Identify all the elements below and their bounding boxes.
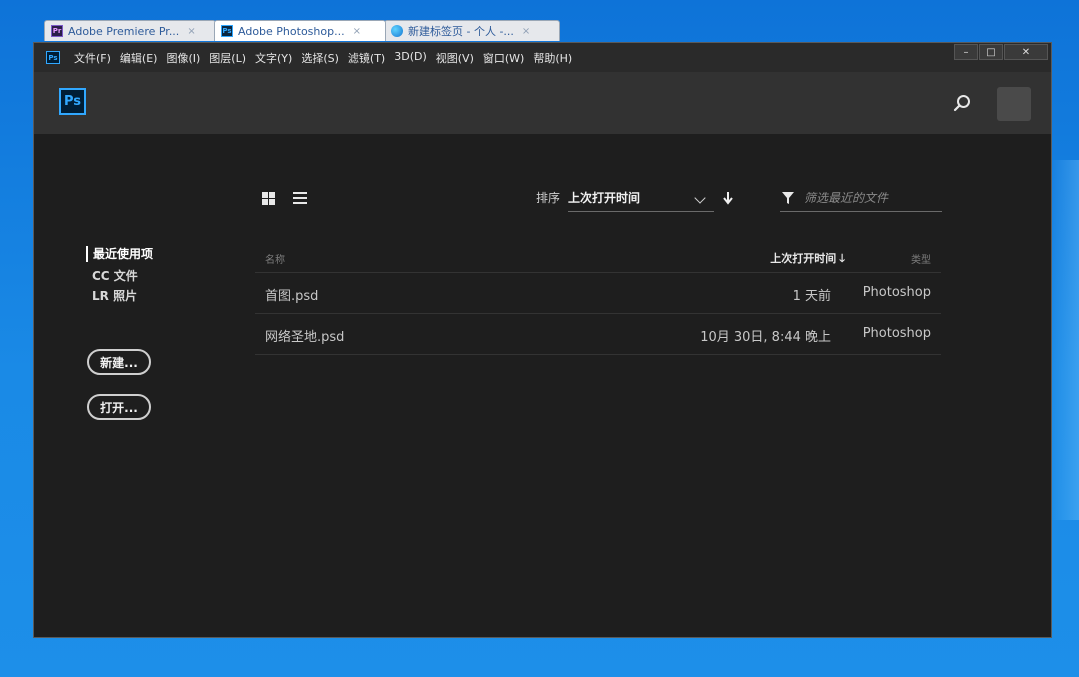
photoshop-app-icon[interactable]: Ps (46, 51, 60, 64)
sort-dropdown[interactable]: 上次打开时间 (568, 184, 714, 212)
maximize-button[interactable]: □ (979, 44, 1003, 60)
search-icon[interactable] (953, 94, 971, 112)
file-name: 首图.psd (265, 289, 319, 304)
file-last-opened: 1 天前 (792, 289, 831, 304)
edge-icon (391, 25, 403, 37)
left-nav: 最近使用项 CC 文件 LR 照片 (86, 242, 153, 306)
tab-label: Adobe Premiere Pr... (68, 24, 180, 38)
menu-bar: Ps 文件(F) 编辑(E) 图像(I) 图层(L) 文字(Y) 选择(S) 滤… (34, 43, 1051, 72)
minimize-button[interactable]: – (954, 44, 978, 60)
column-last-opened[interactable]: 上次打开时间 🡓 (770, 250, 845, 269)
menu-select[interactable]: 选择(S) (301, 50, 339, 66)
open-button[interactable]: 打开... (87, 394, 151, 420)
menu-file[interactable]: 文件(F) (74, 50, 111, 66)
sort-value: 上次打开时间 (568, 191, 641, 205)
chevron-down-icon (694, 192, 706, 204)
premiere-icon: Pr (51, 25, 63, 37)
filter-field[interactable] (780, 184, 942, 212)
sort-arrow-icon: 🡓 (839, 252, 845, 265)
tab-photoshop[interactable]: Ps Adobe Photoshop... × (214, 20, 386, 41)
taskbar-tab-strip: Pr Adobe Premiere Pr... × Ps Adobe Photo… (44, 20, 1044, 42)
photoshop-logo[interactable]: Ps (59, 88, 86, 115)
file-type: Photoshop (862, 285, 931, 300)
filter-icon (782, 192, 794, 204)
grid-view-icon[interactable] (262, 192, 275, 205)
photoshop-icon: Ps (221, 25, 233, 37)
menu-filter[interactable]: 滤镜(T) (348, 50, 385, 66)
close-icon[interactable]: × (187, 26, 195, 37)
menu-image[interactable]: 图像(I) (166, 50, 200, 66)
window-controls: – □ ✕ (953, 44, 1048, 60)
arrow-down-icon[interactable] (722, 191, 734, 205)
menu-type[interactable]: 文字(Y) (255, 50, 292, 66)
list-view-icon[interactable] (293, 192, 307, 205)
photoshop-window: Ps 文件(F) 编辑(E) 图像(I) 图层(L) 文字(Y) 选择(S) 滤… (33, 42, 1052, 638)
recent-files-table: 名称 上次打开时间 🡓 类型 首图.psd 1 天前 Photoshop 网络圣地… (255, 242, 941, 355)
nav-item-cc-files[interactable]: CC 文件 (86, 266, 153, 286)
menu-help[interactable]: 帮助(H) (533, 50, 572, 66)
menu-layer[interactable]: 图层(L) (209, 50, 246, 66)
avatar[interactable] (997, 87, 1031, 121)
tab-label: 新建标签页 - 个人 -... (408, 25, 514, 38)
file-name: 网络圣地.psd (265, 330, 345, 345)
close-icon[interactable]: × (522, 26, 530, 37)
tab-premiere[interactable]: Pr Adobe Premiere Pr... × (44, 20, 216, 41)
close-icon[interactable]: × (353, 26, 361, 37)
menu-view[interactable]: 视图(V) (436, 50, 474, 66)
column-name[interactable]: 名称 (265, 251, 285, 266)
menu-window[interactable]: 窗口(W) (483, 50, 524, 66)
table-row[interactable]: 网络圣地.psd 10月 30日, 8:44 晚上 Photoshop (255, 314, 941, 355)
tab-edge-new-tab[interactable]: 新建标签页 - 个人 -... × (384, 20, 560, 41)
file-last-opened: 10月 30日, 8:44 晚上 (700, 330, 831, 345)
new-button[interactable]: 新建... (87, 349, 151, 375)
nav-item-lr-photos[interactable]: LR 照片 (86, 286, 153, 306)
table-header: 名称 上次打开时间 🡓 类型 (255, 242, 941, 273)
desktop-wallpaper-accent (1049, 160, 1079, 520)
menu-3d[interactable]: 3D(D) (394, 50, 427, 66)
home-header: Ps (34, 72, 1051, 134)
filter-input[interactable] (802, 188, 940, 208)
column-type[interactable]: 类型 (911, 251, 931, 266)
tab-label: Adobe Photoshop... (238, 24, 345, 38)
file-type: Photoshop (862, 326, 931, 341)
menu-edit[interactable]: 编辑(E) (120, 50, 158, 66)
view-toggle (262, 192, 307, 205)
home-content: 最近使用项 CC 文件 LR 照片 新建... 打开... 排序 上次打开时间 (34, 134, 1051, 637)
nav-item-recent[interactable]: 最近使用项 (86, 246, 153, 262)
table-row[interactable]: 首图.psd 1 天前 Photoshop (255, 273, 941, 314)
sort-label: 排序 (536, 191, 561, 205)
close-button[interactable]: ✕ (1004, 44, 1048, 60)
